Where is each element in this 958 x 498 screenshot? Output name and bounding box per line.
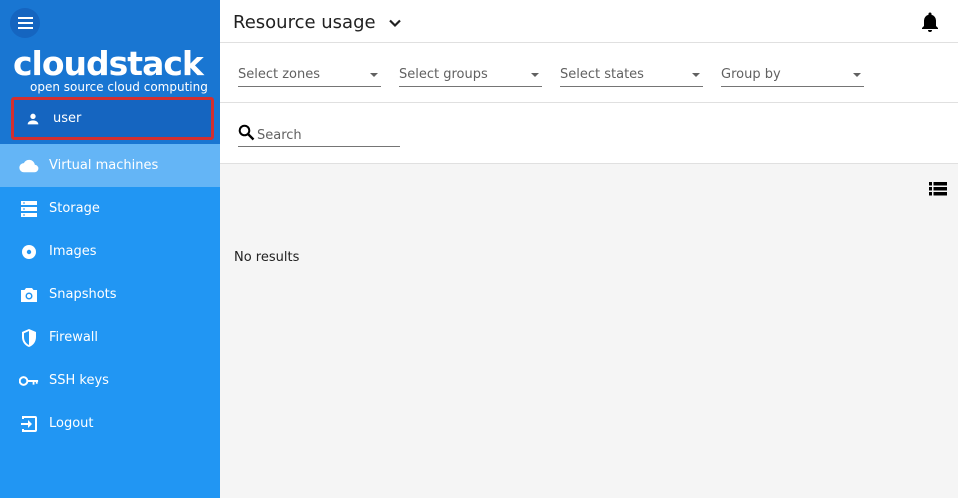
states-select-value: Select states [560,67,644,82]
hamburger-line [17,27,33,29]
dropdown-arrow-icon [853,73,861,77]
top-bar: Resource usage [220,0,958,43]
sidebar-item-label: Snapshots [49,287,117,302]
sidebar-item-firewall[interactable]: Firewall [0,316,220,359]
group-by-select[interactable]: Group by [721,63,864,87]
key-icon [19,371,39,391]
zones-select-value: Select zones [238,67,321,82]
hamburger-line [17,22,33,24]
filter-bar: Select zones Select groups Select states… [220,43,958,103]
brand-name: cloudstack [13,44,204,83]
shield-icon [19,328,39,348]
sidebar-item-label: Virtual machines [49,158,159,173]
sidebar-item-logout[interactable]: Logout [0,402,220,445]
sidebar-item-storage[interactable]: Storage [0,187,220,230]
brand-logo: cloudstack open source cloud computing [13,44,208,95]
sidebar-item-label: SSH keys [49,373,109,388]
sidebar-item-label: Firewall [49,330,99,345]
empty-state-message: No results [234,250,300,265]
search-icon [238,124,255,141]
cloud-icon [19,156,39,176]
dropdown-arrow-icon [531,73,539,77]
hamburger-icon [17,17,33,19]
groups-select-value: Select groups [399,67,488,82]
camera-icon [19,285,39,305]
storage-icon [19,199,39,219]
groups-select[interactable]: Select groups [399,63,542,87]
search-field [238,123,400,147]
group-by-select-value: Group by [721,67,781,82]
sidebar-item-virtual-machines[interactable]: Virtual machines [0,144,220,187]
sidebar-item-snapshots[interactable]: Snapshots [0,273,220,316]
sidebar-item-label: Storage [49,201,100,216]
sidebar-item-label: Logout [49,416,94,431]
states-select[interactable]: Select states [560,63,703,87]
search-bar [220,103,958,164]
bell-icon[interactable] [920,11,940,33]
user-account-button[interactable]: user [11,97,214,140]
disc-icon [19,242,39,262]
sidebar-item-ssh-keys[interactable]: SSH keys [0,359,220,402]
sidebar-nav: Virtual machines Storage Images Snapshot… [0,144,220,445]
page-title: Resource usage [233,12,376,33]
dropdown-arrow-icon [370,73,378,77]
zones-select[interactable]: Select zones [238,63,381,87]
sidebar: cloudstack open source cloud computing u… [0,0,220,498]
dropdown-arrow-icon [692,73,700,77]
search-input[interactable] [257,125,397,145]
logout-icon [19,414,39,434]
list-view-icon[interactable] [929,181,947,196]
menu-button[interactable] [10,8,40,38]
user-label: user [53,111,82,126]
sidebar-item-images[interactable]: Images [0,230,220,273]
person-icon [24,110,42,128]
chevron-down-icon[interactable] [388,15,402,29]
main-content: No results [220,164,958,498]
brand-tagline: open source cloud computing [30,80,208,94]
sidebar-item-label: Images [49,244,97,259]
